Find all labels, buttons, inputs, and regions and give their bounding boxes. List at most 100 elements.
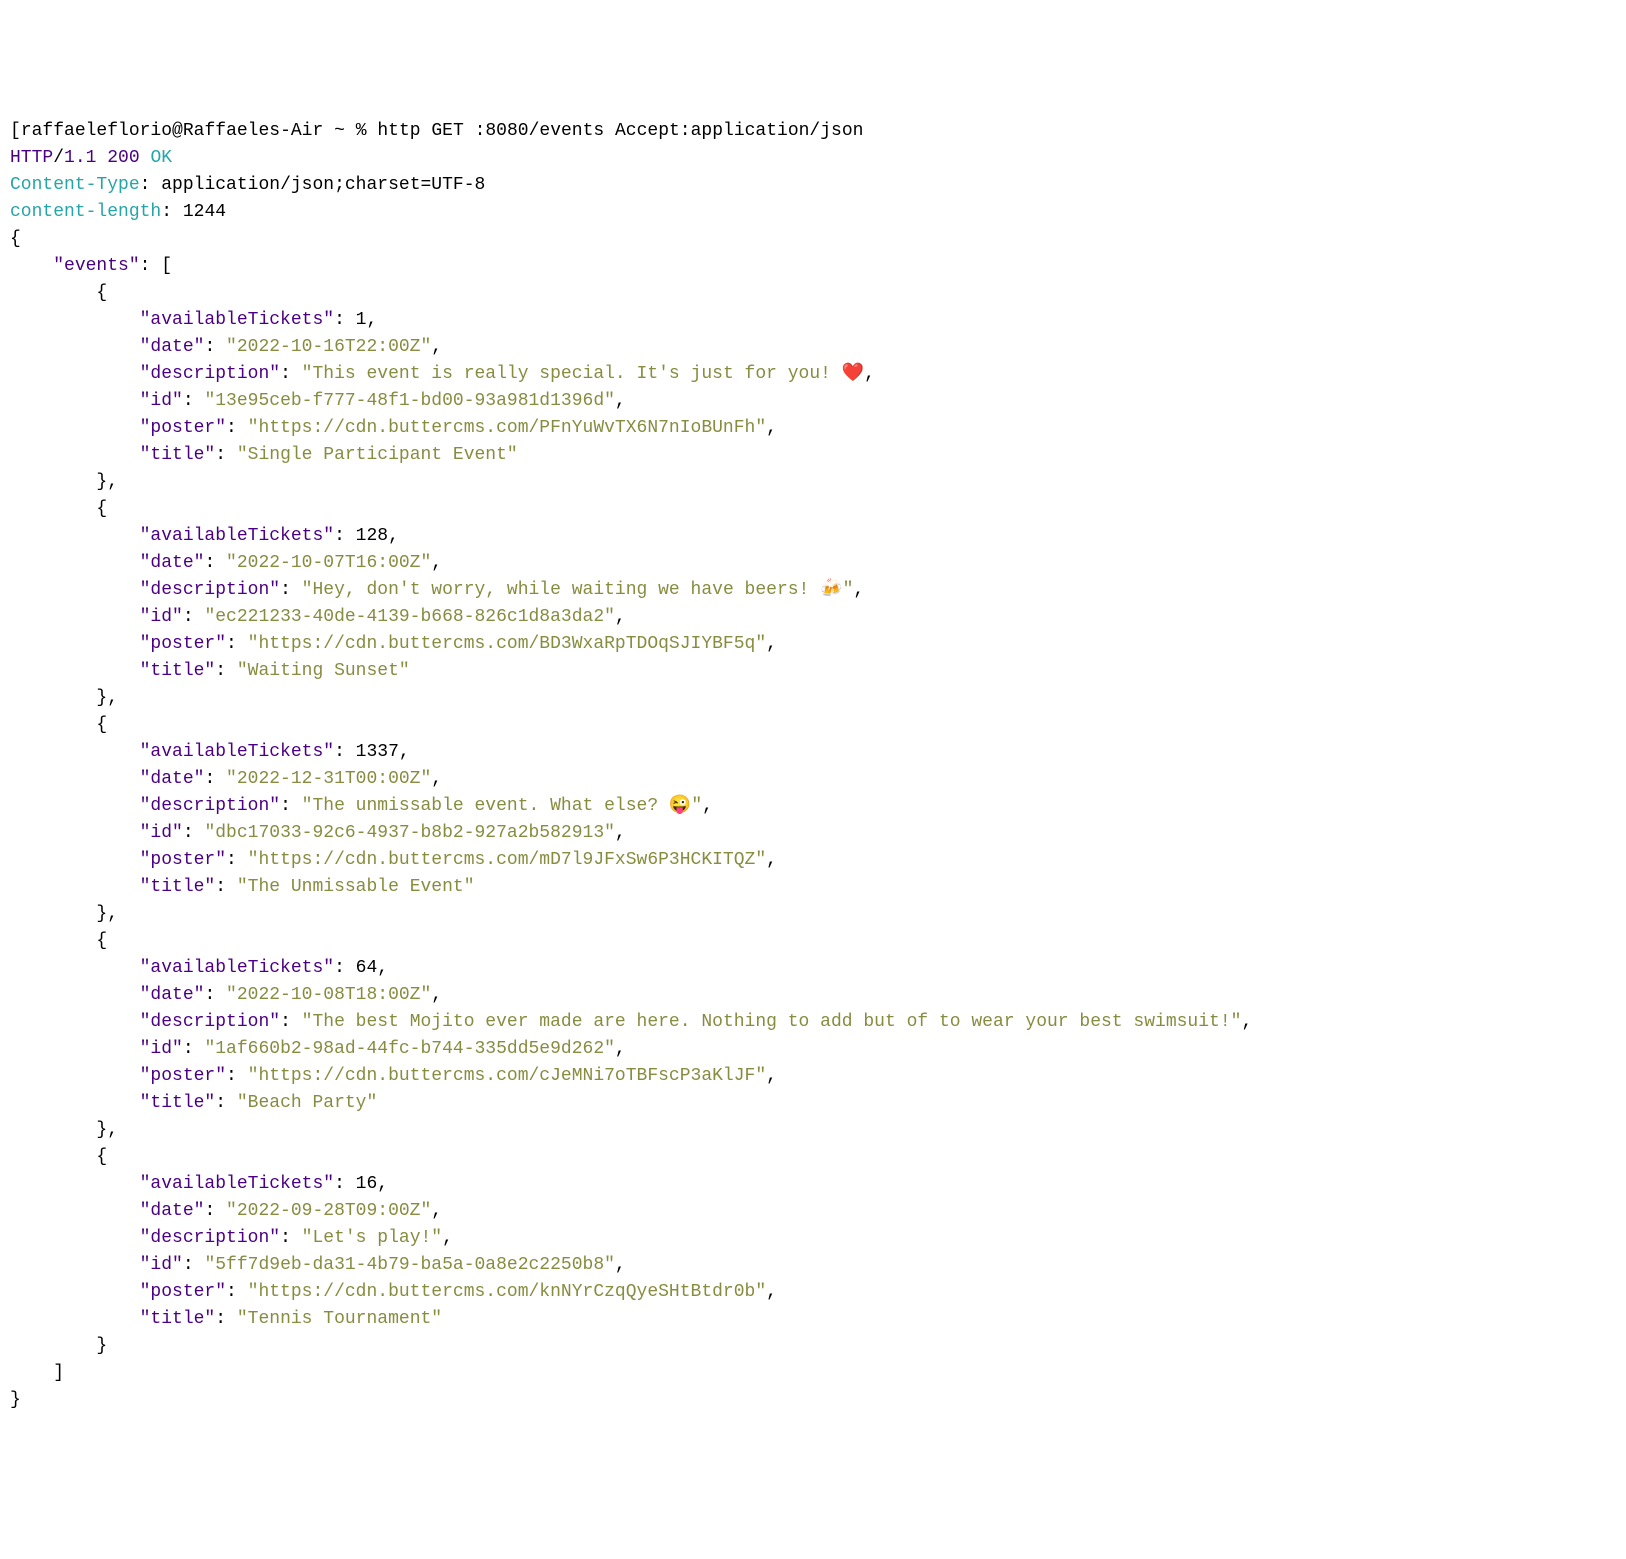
json-string: "https://cdn.buttercms.com/cJeMNi7oTBFsc…	[248, 1066, 766, 1086]
status-text: OK	[150, 148, 172, 168]
json-key: "poster"	[140, 634, 226, 654]
json-string: "ec221233-40de-4139-b668-826c1d8a3da2"	[204, 607, 614, 627]
json-line: "id": "ec221233-40de-4139-b668-826c1d8a3…	[10, 604, 1616, 631]
json-line: "title": "The Unmissable Event"	[10, 874, 1616, 901]
json-string: "The unmissable event. What else? 😜"	[302, 796, 702, 816]
json-line: "id": "13e95ceb-f777-48f1-bd00-93a981d13…	[10, 388, 1616, 415]
json-string: "https://cdn.buttercms.com/knNYrCzqQyeSH…	[248, 1282, 766, 1302]
slash: /	[53, 148, 64, 168]
json-key: "poster"	[140, 1282, 226, 1302]
json-key: "id"	[140, 1255, 183, 1275]
json-line: "availableTickets": 1337,	[10, 739, 1616, 766]
json-line: "id": "5ff7d9eb-da31-4b79-ba5a-0a8e2c225…	[10, 1252, 1616, 1279]
json-line: }	[10, 1387, 1616, 1414]
json-string: "This event is really special. It's just…	[302, 364, 865, 384]
json-line: "id": "1af660b2-98ad-44fc-b744-335dd5e9d…	[10, 1036, 1616, 1063]
terminal-output: [raffaeleflorio@Raffaeles-Air ~ % http G…	[10, 118, 1616, 1414]
json-key: "title"	[140, 1309, 216, 1329]
json-string: "2022-10-07T16:00Z"	[226, 553, 431, 573]
json-key: "title"	[140, 661, 216, 681]
header-key: content-length	[10, 202, 161, 222]
json-line: {	[10, 280, 1616, 307]
json-string: "2022-10-16T22:00Z"	[226, 337, 431, 357]
json-string: "Single Participant Event"	[237, 445, 518, 465]
json-line: ]	[10, 1360, 1616, 1387]
json-key: "description"	[140, 1012, 280, 1032]
header-key: Content-Type	[10, 175, 140, 195]
version: 1.1	[64, 148, 96, 168]
json-line: "poster": "https://cdn.buttercms.com/mD7…	[10, 847, 1616, 874]
json-key: "availableTickets"	[140, 310, 334, 330]
json-line: {	[10, 712, 1616, 739]
json-key: "events"	[53, 256, 139, 276]
json-key: "title"	[140, 445, 216, 465]
json-key: "title"	[140, 877, 216, 897]
json-line: },	[10, 469, 1616, 496]
json-line: {	[10, 1144, 1616, 1171]
json-key: "description"	[140, 580, 280, 600]
json-string: "https://cdn.buttercms.com/PFnYuWvTX6N7n…	[248, 418, 766, 438]
json-number: 16	[356, 1174, 378, 1194]
json-string: "https://cdn.buttercms.com/mD7l9JFxSw6P3…	[248, 850, 766, 870]
json-line: "description": "Let's play!",	[10, 1225, 1616, 1252]
json-key: "availableTickets"	[140, 958, 334, 978]
status-code: 200	[107, 148, 139, 168]
user: raffaeleflorio	[21, 121, 172, 141]
json-key: "title"	[140, 1093, 216, 1113]
json-key: "id"	[140, 391, 183, 411]
json-string: "Beach Party"	[237, 1093, 377, 1113]
json-line: "id": "dbc17033-92c6-4937-b8b2-927a2b582…	[10, 820, 1616, 847]
json-line: "poster": "https://cdn.buttercms.com/knN…	[10, 1279, 1616, 1306]
json-key: "id"	[140, 823, 183, 843]
header-value: 1244	[183, 202, 226, 222]
json-key: "date"	[140, 553, 205, 573]
json-line: "poster": "https://cdn.buttercms.com/cJe…	[10, 1063, 1616, 1090]
json-key: "availableTickets"	[140, 526, 334, 546]
json-string: "2022-10-08T18:00Z"	[226, 985, 431, 1005]
prompt-symbol: %	[356, 121, 367, 141]
json-line: },	[10, 685, 1616, 712]
json-line: "title": "Waiting Sunset"	[10, 658, 1616, 685]
json-line: },	[10, 901, 1616, 928]
json-string: "Tennis Tournament"	[237, 1309, 442, 1329]
json-key: "date"	[140, 1201, 205, 1221]
json-line: }	[10, 1333, 1616, 1360]
json-string: "2022-09-28T09:00Z"	[226, 1201, 431, 1221]
json-string: "Hey, don't worry, while waiting we have…	[302, 580, 854, 600]
json-key: "date"	[140, 985, 205, 1005]
host: Raffaeles-Air	[183, 121, 323, 141]
json-line: "description": "Hey, don't worry, while …	[10, 577, 1616, 604]
protocol: HTTP	[10, 148, 53, 168]
json-key: "date"	[140, 337, 205, 357]
command-line: [raffaeleflorio@Raffaeles-Air ~ % http G…	[10, 118, 1616, 145]
json-line: "date": "2022-12-31T00:00Z",	[10, 766, 1616, 793]
header-value: application/json;charset=UTF-8	[161, 175, 485, 195]
json-key: "date"	[140, 769, 205, 789]
json-line: "title": "Single Participant Event"	[10, 442, 1616, 469]
json-key: "id"	[140, 607, 183, 627]
json-line: "date": "2022-10-16T22:00Z",	[10, 334, 1616, 361]
status-line: HTTP/1.1 200 OK	[10, 145, 1616, 172]
json-string: "Waiting Sunset"	[237, 661, 410, 681]
json-line: "title": "Beach Party"	[10, 1090, 1616, 1117]
json-string: "https://cdn.buttercms.com/BD3WxaRpTDOqS…	[248, 634, 766, 654]
json-line: "availableTickets": 1,	[10, 307, 1616, 334]
cwd: ~	[334, 121, 345, 141]
json-key: "description"	[140, 364, 280, 384]
json-key: "description"	[140, 1228, 280, 1248]
json-body: { "events": [ { "availableTickets": 1, "…	[10, 226, 1616, 1414]
json-line: },	[10, 1117, 1616, 1144]
json-line: "date": "2022-10-08T18:00Z",	[10, 982, 1616, 1009]
json-line: "description": "This event is really spe…	[10, 361, 1616, 388]
json-key: "availableTickets"	[140, 1174, 334, 1194]
command: http GET :8080/events Accept:application…	[377, 121, 863, 141]
json-string: "13e95ceb-f777-48f1-bd00-93a981d1396d"	[204, 391, 614, 411]
json-line: {	[10, 496, 1616, 523]
json-line: "availableTickets": 128,	[10, 523, 1616, 550]
header-content-type: Content-Type: application/json;charset=U…	[10, 172, 1616, 199]
json-key: "availableTickets"	[140, 742, 334, 762]
json-line: {	[10, 928, 1616, 955]
json-number: 1337	[356, 742, 399, 762]
json-string: "1af660b2-98ad-44fc-b744-335dd5e9d262"	[204, 1039, 614, 1059]
json-string: "The best Mojito ever made are here. Not…	[302, 1012, 1242, 1032]
